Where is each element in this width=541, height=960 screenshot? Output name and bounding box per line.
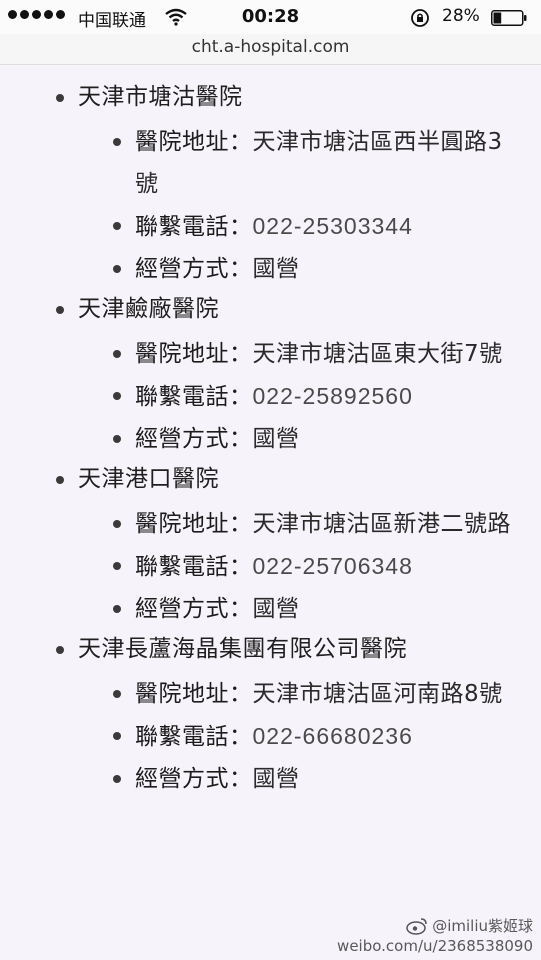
weibo-logo-icon (406, 918, 427, 935)
phone-value[interactable]: 022-25892560 (253, 383, 413, 409)
rotation-lock-icon (411, 9, 429, 27)
address-bar[interactable]: cht.a-hospital.com (0, 34, 541, 65)
watermark-handle: @imiliu紫姬球 (432, 917, 533, 935)
hospital-name[interactable]: 天津市塘沽醫院 (78, 84, 243, 110)
address-row: 醫院地址：天津市塘沽區河南路8號 (0, 673, 541, 715)
hospital-name-row: 天津市塘沽醫院 (0, 79, 541, 121)
operation-type-value: 國營 (252, 766, 300, 792)
hospital-name-row: 天津港口醫院 (0, 461, 541, 503)
hospital-name-row: 天津長蘆海晶集團有限公司醫院 (0, 631, 541, 673)
operation-type-row: 經營方式：國營 (0, 248, 541, 290)
address-value: 天津市塘沽區東大街7號 (252, 341, 503, 367)
phone-row: 聯繫電話：022-66680236 (0, 715, 541, 758)
bullet-icon (113, 520, 121, 528)
bullet-icon (113, 605, 121, 613)
battery-percent: 28% (442, 6, 480, 26)
hospital-list: 天津市塘沽醫院 醫院地址：天津市塘沽區西半圓路3號 聯繫電話：022-25303… (0, 79, 541, 801)
hospital-name[interactable]: 天津港口醫院 (78, 466, 219, 492)
hospital-details: 醫院地址：天津市塘沽區新港二號路 聯繫電話：022-25706348 經營方式：… (0, 503, 541, 630)
hospital-item: 天津長蘆海晶集團有限公司醫院 醫院地址：天津市塘沽區河南路8號 聯繫電話：022… (0, 631, 541, 800)
address-label: 醫院地址： (135, 341, 253, 367)
bullet-icon (56, 646, 64, 654)
address-value: 天津市塘沽區新港二號路 (252, 511, 511, 537)
page-content: 天津市塘沽醫院 醫院地址：天津市塘沽區西半圓路3號 聯繫電話：022-25303… (0, 65, 541, 960)
bullet-icon (113, 690, 121, 698)
hospital-details: 醫院地址：天津市塘沽區西半圓路3號 聯繫電話：022-25303344 經營方式… (0, 121, 541, 290)
phone-label: 聯繫電話： (135, 214, 253, 240)
hospital-name-row: 天津鹼廠醫院 (0, 291, 541, 333)
weibo-watermark: @imiliu紫姬球 weibo.com/u/2368538090 (337, 916, 533, 956)
bullet-icon (56, 306, 64, 314)
operation-type-label: 經營方式： (135, 766, 253, 792)
bullet-icon (113, 775, 121, 783)
phone-row: 聯繫電話：022-25892560 (0, 375, 541, 418)
bullet-icon (113, 392, 121, 400)
phone-value[interactable]: 022-25706348 (253, 553, 413, 579)
status-bar: 中国联通 00:28 28% (0, 0, 541, 34)
address-row: 醫院地址：天津市塘沽區西半圓路3號 (0, 121, 541, 205)
watermark-url: weibo.com/u/2368538090 (337, 937, 533, 955)
phone-value[interactable]: 022-66680236 (253, 723, 413, 749)
operation-type-value: 國營 (252, 596, 300, 622)
bullet-icon (113, 732, 121, 740)
hospital-item: 天津市塘沽醫院 醫院地址：天津市塘沽區西半圓路3號 聯繫電話：022-25303… (0, 79, 541, 290)
url-text[interactable]: cht.a-hospital.com (0, 37, 541, 57)
operation-type-label: 經營方式： (135, 256, 253, 282)
hospital-item: 天津港口醫院 醫院地址：天津市塘沽區新港二號路 聯繫電話：022-2570634… (0, 461, 541, 630)
bullet-icon (113, 435, 121, 443)
battery-icon (491, 10, 527, 26)
bullet-icon (113, 138, 121, 146)
phone-row: 聯繫電話：022-25303344 (0, 205, 541, 248)
bullet-icon (113, 222, 121, 230)
phone-value[interactable]: 022-25303344 (253, 213, 413, 239)
phone-row: 聯繫電話：022-25706348 (0, 545, 541, 588)
address-label: 醫院地址： (135, 681, 253, 707)
hospital-details: 醫院地址：天津市塘沽區東大街7號 聯繫電話：022-25892560 經營方式：… (0, 333, 541, 460)
operation-type-label: 經營方式： (135, 596, 253, 622)
address-row: 醫院地址：天津市塘沽區新港二號路 (0, 503, 541, 545)
phone-label: 聯繫電話： (135, 724, 253, 750)
address-row: 醫院地址：天津市塘沽區東大街7號 (0, 333, 541, 375)
operation-type-row: 經營方式：國營 (0, 588, 541, 630)
address-label: 醫院地址： (135, 511, 253, 537)
address-value: 天津市塘沽區河南路8號 (252, 681, 503, 707)
bullet-icon (113, 350, 121, 358)
hospital-details: 醫院地址：天津市塘沽區河南路8號 聯繫電話：022-66680236 經營方式：… (0, 673, 541, 800)
operation-type-label: 經營方式： (135, 426, 253, 452)
hospital-name[interactable]: 天津長蘆海晶集團有限公司醫院 (78, 636, 407, 662)
bullet-icon (113, 265, 121, 273)
hospital-name[interactable]: 天津鹼廠醫院 (78, 296, 219, 322)
bullet-icon (56, 94, 64, 102)
phone-label: 聯繫電話： (135, 384, 253, 410)
phone-label: 聯繫電話： (135, 554, 253, 580)
bullet-icon (56, 476, 64, 484)
operation-type-value: 國營 (252, 256, 300, 282)
operation-type-row: 經營方式：國營 (0, 418, 541, 460)
hospital-item: 天津鹼廠醫院 醫院地址：天津市塘沽區東大街7號 聯繫電話：022-2589256… (0, 291, 541, 460)
operation-type-value: 國營 (252, 426, 300, 452)
bullet-icon (113, 562, 121, 570)
operation-type-row: 經營方式：國營 (0, 758, 541, 800)
address-label: 醫院地址： (135, 129, 253, 155)
